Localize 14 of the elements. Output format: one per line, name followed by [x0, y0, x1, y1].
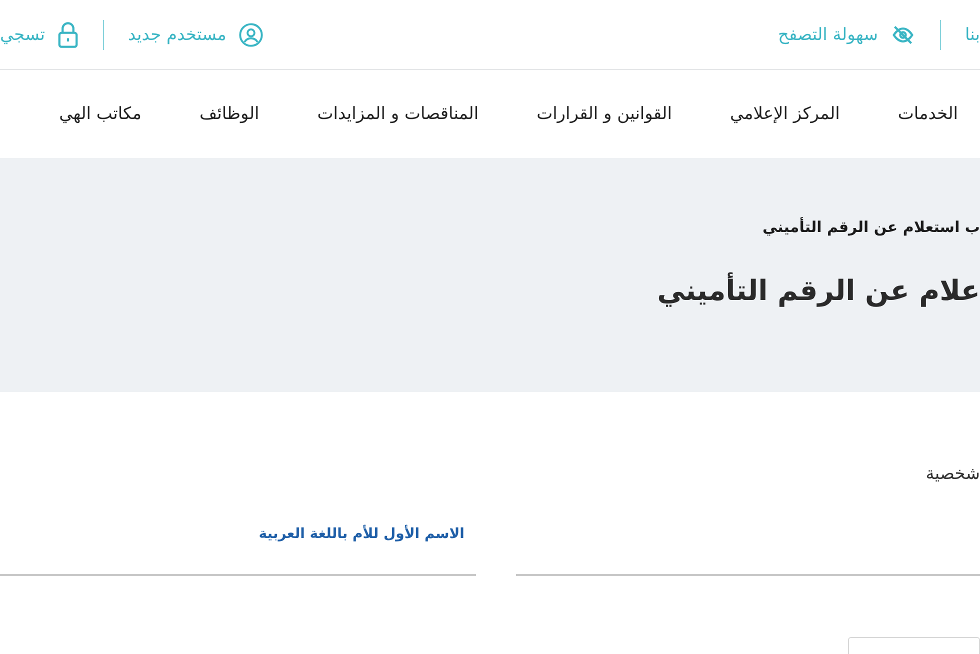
- nav-item[interactable]: القوانين و القرارات: [536, 104, 672, 124]
- eye-slash-icon: [890, 24, 916, 46]
- breadcrumb: ب استعلام عن الرقم التأميني: [762, 218, 980, 236]
- input-field[interactable]: الاسم الأول للأم باللغة العربية: [0, 526, 476, 576]
- nav-item[interactable]: المركز الإعلامي: [730, 104, 840, 124]
- lock-icon: [57, 20, 80, 48]
- nav-item[interactable]: المناقصات و المزايدات: [317, 104, 479, 124]
- page-title: علام عن الرقم التأميني: [656, 274, 980, 307]
- section-title: شخصية: [924, 464, 980, 484]
- nav-item[interactable]: مكاتب الهي: [59, 104, 142, 124]
- nav-item[interactable]: الخدمات: [898, 104, 958, 124]
- nav-item[interactable]: الوظائف: [200, 104, 260, 124]
- field-box[interactable]: [848, 637, 980, 654]
- user-icon: [238, 22, 264, 48]
